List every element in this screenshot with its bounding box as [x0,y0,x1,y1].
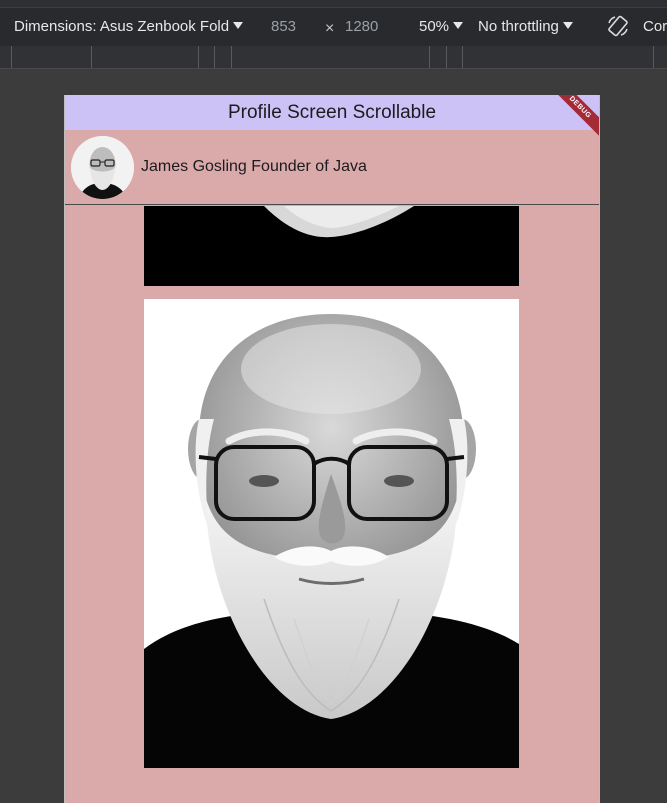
media-query-divider [198,46,199,68]
avatar [71,135,134,199]
zoom-dropdown[interactable]: 50% [419,18,464,35]
profile-name: James Gosling Founder of Java [141,158,367,175]
toolbar-top-strip [0,0,667,8]
profile-photo [144,299,519,768]
profile-header: James Gosling Founder of Java [65,130,599,205]
media-query-divider [429,46,430,68]
throttling-label: No throttling [478,18,559,35]
throttling-dropdown[interactable]: No throttling [478,18,573,35]
profile-photo [144,206,519,286]
chevron-down-icon [453,22,464,29]
media-query-divider [462,46,463,68]
media-query-divider [214,46,215,68]
chevron-down-icon [233,22,244,29]
device-dimensions-dropdown[interactable]: Dimensions: Asus Zenbook Fold [14,18,244,35]
device-viewport: Profile Screen Scrollable DEBUG James Go… [64,95,600,803]
chevron-down-icon [562,22,573,29]
width-input[interactable]: 853 [271,18,296,35]
media-query-bar[interactable] [0,46,667,69]
zoom-label: 50% [419,18,450,35]
app-bar-title: Profile Screen Scrollable [227,101,437,123]
media-query-divider [653,46,654,68]
times-icon: × [325,20,335,37]
media-query-divider [446,46,447,68]
height-input[interactable]: 1280 [345,18,378,35]
media-query-divider [91,46,92,68]
app-bar: Profile Screen Scrollable [65,95,599,130]
truncated-toolbar-label[interactable]: Cor [643,18,667,35]
devtools-device-toolbar: Dimensions: Asus Zenbook Fold 853 × 1280… [0,0,667,47]
media-query-divider [11,46,12,68]
rotate-icon[interactable] [606,14,630,42]
media-query-divider [231,46,232,68]
device-dimensions-label: Dimensions: Asus Zenbook Fold [14,18,230,35]
